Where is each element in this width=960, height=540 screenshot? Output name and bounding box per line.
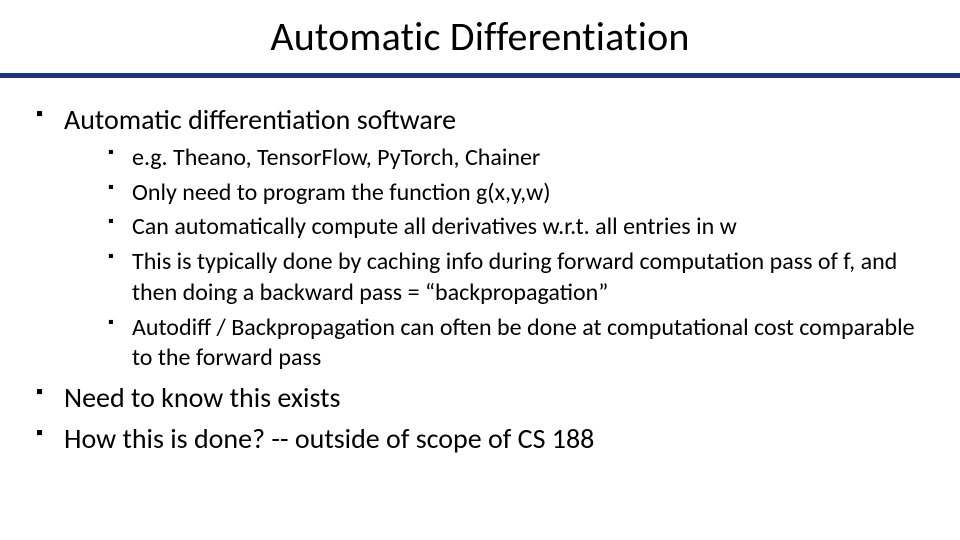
sub-bullet-text: Autodiff / Backpropagation can often be … [132, 313, 915, 373]
sub-bullet-item: Autodiff / Backpropagation can often be … [108, 313, 924, 374]
sub-bullet-text: Only need to program the function g(x,y,… [132, 178, 551, 207]
slide: { "title": "Automatic Differentiation", … [0, 0, 960, 540]
sub-bullet-item: e.g. Theano, TensorFlow, PyTorch, Chaine… [108, 143, 924, 174]
bullet-list: Automatic differentiation software e.g. … [36, 102, 924, 456]
bullet-item: How this is done? -- outside of scope of… [36, 421, 924, 456]
sub-bullet-text: This is typically done by caching info d… [132, 247, 897, 307]
sub-bullet-item: Only need to program the function g(x,y,… [108, 178, 924, 209]
sub-bullet-item: This is typically done by caching info d… [108, 247, 924, 308]
slide-title: Automatic Differentiation [0, 0, 960, 78]
sub-bullet-item: Can automatically compute all derivative… [108, 212, 924, 243]
slide-body: Automatic differentiation software e.g. … [0, 78, 960, 456]
bullet-item: Automatic differentiation software e.g. … [36, 102, 924, 374]
sub-bullet-text: e.g. Theano, TensorFlow, PyTorch, Chaine… [132, 143, 540, 172]
bullet-item: Need to know this exists [36, 380, 924, 415]
bullet-text: How this is done? -- outside of scope of… [64, 421, 594, 456]
sub-bullet-list: e.g. Theano, TensorFlow, PyTorch, Chaine… [64, 143, 924, 374]
bullet-text: Automatic differentiation software [64, 102, 456, 137]
sub-bullet-text: Can automatically compute all derivative… [132, 212, 737, 241]
bullet-text: Need to know this exists [64, 380, 340, 415]
